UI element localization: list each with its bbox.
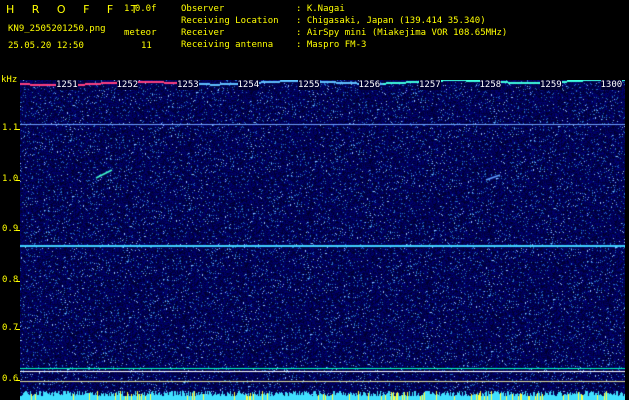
y-tick-mark — [16, 281, 20, 282]
y-tick-label: 0.9 — [2, 224, 19, 234]
y-tick-label: 1.1 — [2, 123, 19, 133]
time-tick-label: 1255 — [298, 80, 320, 90]
app-version: 1.0.0f — [124, 4, 157, 14]
location-value: : Chigasaki, Japan (139.414 35.340) — [296, 16, 486, 26]
time-tick-label: 1259 — [540, 80, 562, 90]
date-time: 25.05.20 12:50 — [8, 41, 84, 51]
time-tick-label: 1252 — [116, 80, 139, 90]
time-tick-label: 1256 — [358, 80, 381, 90]
time-tick-label: 1254 — [237, 80, 260, 90]
observer-value: : K.Nagai — [296, 4, 345, 14]
y-tick-mark — [16, 380, 20, 381]
receiver-value: : AirSpy mini (Miakejima VOR 108.65MHz) — [296, 28, 508, 38]
location-label: Receiving Location — [181, 16, 279, 26]
antenna-label: Receiving antenna — [181, 40, 274, 50]
observer-label: Observer — [181, 4, 225, 14]
time-tick-label: 1257 — [419, 80, 441, 90]
time-tick-label: 1251 — [56, 80, 78, 90]
receiver-label: Receiver — [181, 28, 225, 38]
y-tick-mark — [16, 180, 20, 181]
waterfall-spectrogram — [20, 80, 625, 400]
y-tick-mark — [16, 329, 20, 330]
file-name: KN9_2505201250.png — [8, 24, 106, 34]
time-tick-label: 1300 — [600, 80, 623, 90]
y-tick-mark — [16, 230, 20, 231]
y-tick-label: 0.6 — [2, 374, 19, 384]
time-tick-label: 1253 — [177, 80, 199, 90]
y-tick-label: 0.8 — [2, 275, 19, 285]
y-tick-label: 0.7 — [2, 323, 19, 333]
meteor-count: 11 — [141, 41, 152, 51]
y-tick-label: 1.0 — [2, 174, 19, 184]
y-tick-mark — [16, 129, 20, 130]
antenna-value: : Maspro FM-3 — [296, 40, 367, 50]
y-axis-unit: kHz — [1, 75, 18, 85]
time-tick-label: 1258 — [479, 80, 502, 90]
mode-label: meteor — [124, 28, 157, 38]
